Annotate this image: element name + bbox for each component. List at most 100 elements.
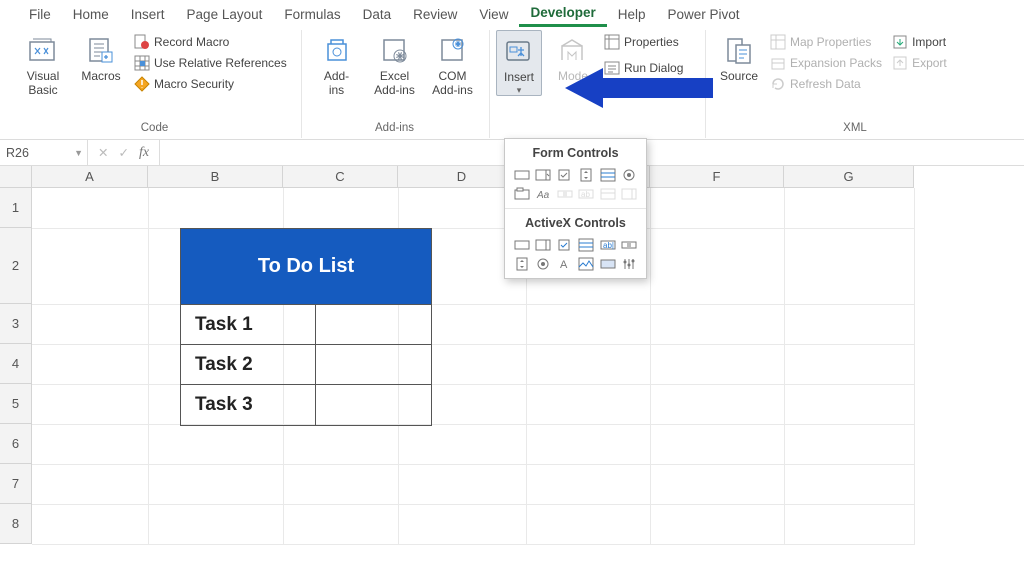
tab-pagelayout[interactable]: Page Layout — [176, 3, 274, 26]
macro-security-button[interactable]: Macro Security — [134, 76, 287, 92]
ax-text-icon[interactable]: ab| — [599, 237, 616, 252]
cell[interactable] — [32, 464, 148, 504]
ax-button-icon[interactable] — [513, 237, 530, 252]
cell[interactable] — [784, 228, 914, 304]
tab-insert[interactable]: Insert — [120, 3, 176, 26]
cell[interactable] — [32, 228, 148, 304]
row-header[interactable]: 5 — [0, 384, 32, 424]
tab-review[interactable]: Review — [402, 3, 468, 26]
cell[interactable] — [32, 344, 148, 384]
ax-more-icon[interactable] — [621, 256, 638, 271]
record-macro-button[interactable]: Record Macro — [134, 34, 287, 50]
form-label-icon[interactable]: Aa — [535, 186, 552, 201]
form-scroll-icon[interactable] — [556, 186, 573, 201]
cell[interactable] — [32, 424, 148, 464]
tab-view[interactable]: View — [468, 3, 519, 26]
insert-controls-button[interactable]: Insert▾ — [496, 30, 542, 96]
cell[interactable] — [650, 504, 784, 544]
cancel-icon[interactable]: ✕ — [98, 145, 108, 161]
run-dialog-button[interactable]: Run Dialog — [604, 60, 683, 76]
name-box[interactable]: R26▼ — [0, 140, 88, 165]
col-header[interactable]: C — [283, 166, 398, 188]
select-all-corner[interactable] — [0, 166, 32, 188]
cell[interactable] — [784, 464, 914, 504]
tab-data[interactable]: Data — [352, 3, 403, 26]
enter-icon[interactable]: ✓ — [118, 145, 128, 161]
xml-source-button[interactable]: Source — [712, 30, 766, 84]
excel-addins-button[interactable]: Excel Add-ins — [368, 30, 422, 98]
cell[interactable] — [283, 188, 398, 228]
cell[interactable] — [32, 384, 148, 424]
macros-button[interactable]: Macros — [74, 30, 128, 84]
ax-scroll-icon[interactable] — [621, 237, 638, 252]
row-header[interactable]: 4 — [0, 344, 32, 384]
check-cell[interactable] — [316, 345, 431, 384]
col-header[interactable]: G — [784, 166, 914, 188]
cell[interactable] — [650, 188, 784, 228]
task-cell[interactable]: Task 3 — [181, 385, 316, 425]
tab-file[interactable]: File — [18, 3, 62, 26]
row-header[interactable]: 8 — [0, 504, 32, 544]
row-header[interactable]: 3 — [0, 304, 32, 344]
cell[interactable] — [526, 464, 650, 504]
form-checkbox-icon[interactable] — [556, 167, 573, 182]
col-header[interactable]: F — [650, 166, 784, 188]
cell[interactable] — [283, 464, 398, 504]
ax-image-icon[interactable] — [578, 256, 595, 271]
tab-powerpivot[interactable]: Power Pivot — [657, 3, 751, 26]
ax-option-icon[interactable] — [535, 256, 552, 271]
ax-checkbox-icon[interactable] — [556, 237, 573, 252]
row-header[interactable]: 1 — [0, 188, 32, 228]
form-button-icon[interactable] — [513, 167, 530, 182]
col-header[interactable]: A — [32, 166, 148, 188]
tab-developer[interactable]: Developer — [519, 1, 606, 27]
form-edit-icon[interactable] — [621, 186, 638, 201]
form-combo2-icon[interactable] — [599, 186, 616, 201]
tab-formulas[interactable]: Formulas — [273, 3, 351, 26]
form-combo-icon[interactable] — [535, 167, 552, 182]
row-header[interactable]: 2 — [0, 228, 32, 304]
design-mode-button[interactable]: Mode — [546, 30, 600, 84]
todo-title-cell[interactable]: To Do List — [181, 229, 431, 305]
form-list-icon[interactable] — [599, 167, 616, 182]
cell[interactable] — [32, 188, 148, 228]
relative-refs-button[interactable]: Use Relative References — [134, 55, 287, 71]
cell[interactable] — [784, 304, 914, 344]
visual-basic-button[interactable]: Visual Basic — [16, 30, 70, 98]
cell[interactable] — [784, 344, 914, 384]
check-cell[interactable] — [316, 305, 431, 344]
task-cell[interactable]: Task 1 — [181, 305, 316, 344]
cell[interactable] — [398, 504, 526, 544]
export-button[interactable]: Export — [892, 55, 947, 71]
cell[interactable] — [526, 504, 650, 544]
cell[interactable] — [148, 424, 283, 464]
cell[interactable] — [283, 424, 398, 464]
cell[interactable] — [784, 504, 914, 544]
cell[interactable] — [784, 188, 914, 228]
cell[interactable] — [650, 384, 784, 424]
refresh-data-button[interactable]: Refresh Data — [770, 76, 882, 92]
tab-home[interactable]: Home — [62, 3, 120, 26]
map-props-button[interactable]: Map Properties — [770, 34, 882, 50]
properties-button[interactable]: Properties — [604, 34, 683, 50]
cell[interactable] — [526, 424, 650, 464]
addins-button[interactable]: Add- ins — [310, 30, 364, 98]
task-cell[interactable]: Task 2 — [181, 345, 316, 384]
cell[interactable] — [32, 504, 148, 544]
col-header[interactable]: B — [148, 166, 283, 188]
form-spin-icon[interactable] — [578, 167, 595, 182]
cell[interactable] — [148, 504, 283, 544]
cell[interactable] — [148, 188, 283, 228]
ax-toggle-icon[interactable] — [599, 256, 616, 271]
cell[interactable] — [526, 384, 650, 424]
cell[interactable] — [650, 228, 784, 304]
cell[interactable] — [32, 304, 148, 344]
cell[interactable] — [784, 384, 914, 424]
cell[interactable] — [784, 424, 914, 464]
cell[interactable] — [398, 464, 526, 504]
form-textfield-icon[interactable]: ab — [578, 186, 595, 201]
cell[interactable] — [283, 504, 398, 544]
expansion-packs-button[interactable]: Expansion Packs — [770, 55, 882, 71]
fx-icon[interactable]: fx — [139, 145, 149, 161]
form-option-icon[interactable] — [621, 167, 638, 182]
